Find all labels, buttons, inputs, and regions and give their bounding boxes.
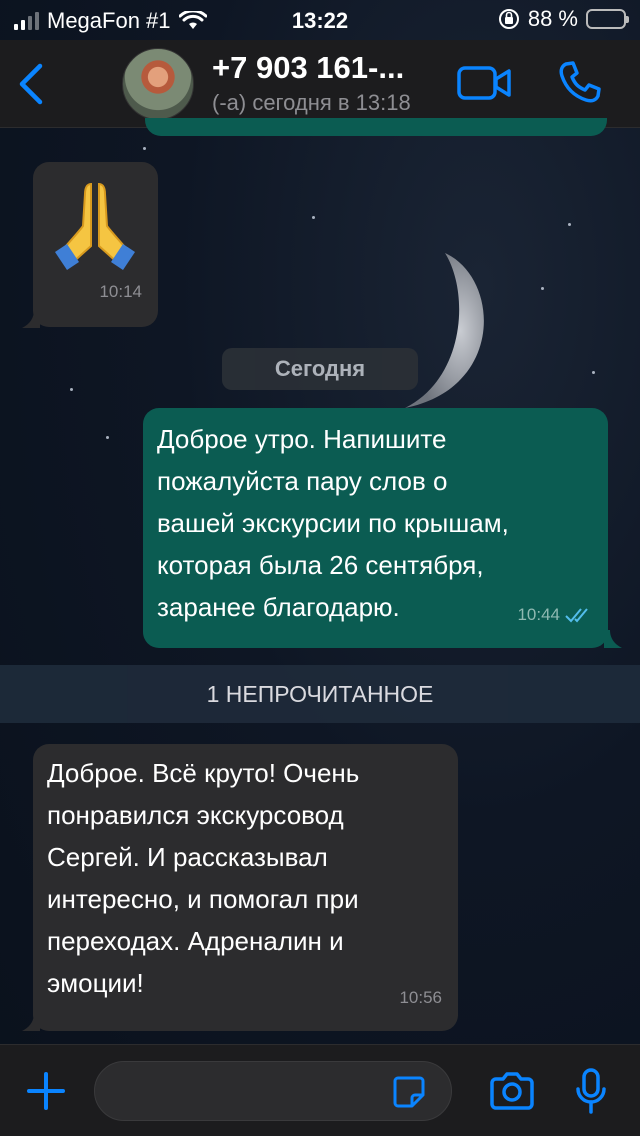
avatar[interactable] [122,48,194,120]
status-bar: MegaFon #1 13:22 88 % [0,0,640,40]
camera-button[interactable] [488,1071,536,1111]
previous-outgoing-bubble [145,118,607,136]
back-button[interactable] [14,62,50,106]
incoming-message[interactable]: Доброе. Всё круто! Очень понравился экск… [33,744,458,1031]
bubble-tail [22,1013,40,1031]
praying-hands-icon [55,182,135,270]
video-call-button[interactable] [456,62,512,104]
orientation-lock-icon [498,9,519,29]
message-line: переходах. Адреналин и [47,926,344,956]
composer-bar [0,1044,640,1136]
contact-name[interactable]: +7 903 161-... [212,50,404,86]
message-time: 10:44 [517,605,560,624]
message-line: Сергей. И рассказывал [47,842,328,872]
message-time: 10:14 [99,282,142,301]
message-line: понравился экскурсовод [47,800,344,830]
sticker-button[interactable] [392,1075,426,1109]
message-line: вашей экскурсии по крышам, [157,508,509,538]
microphone-button[interactable] [574,1067,608,1117]
message-line: Доброе утро. Напишите [157,424,447,454]
message-line: Доброе. Всё круто! Очень [47,758,360,788]
message-line: пожалуйста пару слов о [157,466,448,496]
battery-percent: 88 % [527,6,578,31]
voice-call-button[interactable] [556,58,604,106]
message-time: 10:56 [399,988,442,1007]
date-separator: Сегодня [222,348,418,390]
contact-last-seen: (-а) сегодня в 13:18 [212,90,411,115]
incoming-emoji-message[interactable]: 10:14 [33,162,158,327]
chat-header: +7 903 161-... (-а) сегодня в 13:18 [0,40,640,128]
attach-plus-button[interactable] [26,1071,66,1111]
message-meta: 10:44 [517,594,592,636]
unread-messages-banner: 1 НЕПРОЧИТАННОЕ [0,665,640,723]
bubble-tail [22,310,40,328]
message-line: интересно, и помогал при [47,884,359,914]
battery-icon [586,9,629,29]
message-line: которая была 26 сентября, [157,550,484,580]
read-ticks-icon [565,608,588,623]
bubble-tail [604,630,622,648]
outgoing-message[interactable]: Доброе утро. Напишите пожалуйста пару сл… [143,408,608,648]
message-line: эмоции! [47,968,144,998]
